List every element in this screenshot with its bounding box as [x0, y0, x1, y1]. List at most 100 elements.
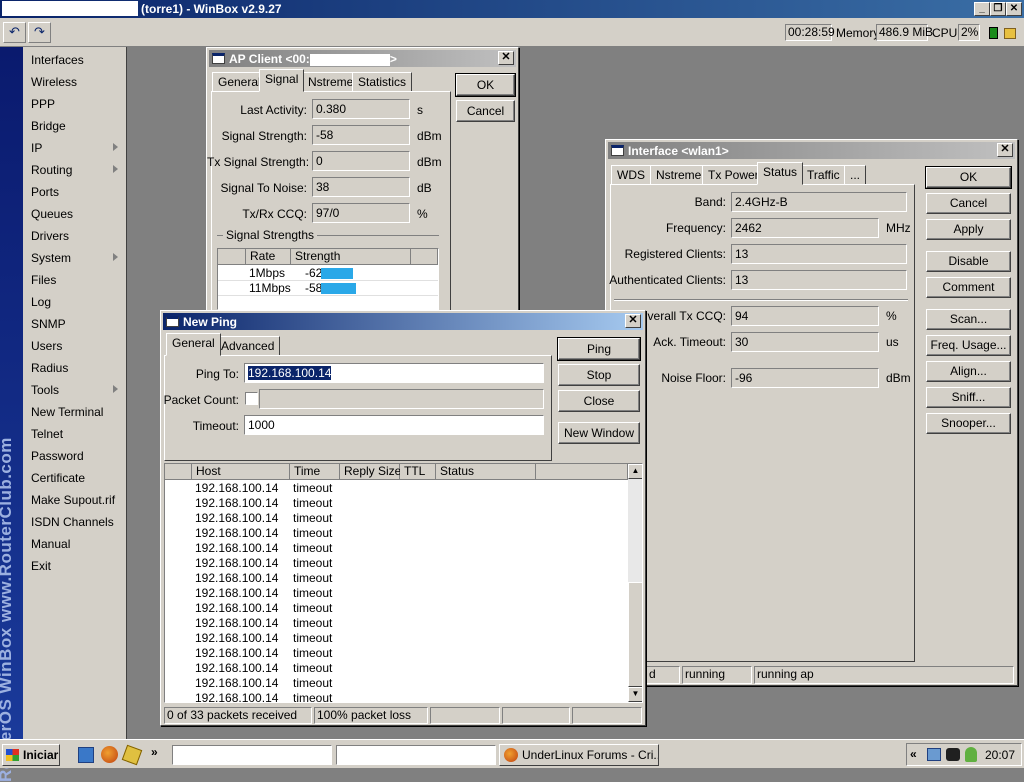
freq-usage-button[interactable]: Freq. Usage...: [926, 335, 1011, 356]
table-row[interactable]: 11Mbps -58: [218, 281, 438, 296]
menu-item-manual[interactable]: Manual: [31, 537, 70, 551]
table-row[interactable]: 192.168.100.14 timeout: [165, 676, 628, 691]
table-row[interactable]: 192.168.100.14 timeout: [165, 571, 628, 586]
stop-button[interactable]: Stop: [558, 364, 640, 386]
menu-item-drivers[interactable]: Drivers: [31, 229, 69, 243]
tab-nstreme[interactable]: Nstreme: [650, 165, 708, 185]
menu-item-radius[interactable]: Radius: [31, 361, 68, 375]
ok-button[interactable]: OK: [455, 73, 516, 97]
close-icon[interactable]: ✕: [498, 51, 514, 65]
packet-count-checkbox[interactable]: [245, 392, 258, 405]
taskbar-task-underlinux[interactable]: UnderLinux Forums - Cri...: [499, 744, 659, 766]
column-header-status[interactable]: Status: [436, 464, 536, 480]
column-header-reply-size[interactable]: Reply Size: [340, 464, 401, 480]
menu-item-interfaces[interactable]: Interfaces: [31, 53, 84, 67]
cancel-button[interactable]: Cancel: [456, 100, 515, 122]
tab-general[interactable]: General: [166, 333, 221, 356]
menu-item-snmp[interactable]: SNMP: [31, 317, 66, 331]
column-header-time[interactable]: Time: [290, 464, 340, 480]
align-button[interactable]: Align...: [926, 361, 1011, 382]
menu-item-make-supout[interactable]: Make Supout.rif: [31, 493, 115, 507]
table-row[interactable]: 192.168.100.14 timeout: [165, 646, 628, 661]
table-row[interactable]: 192.168.100.14 timeout: [165, 691, 628, 702]
table-row[interactable]: 192.168.100.14 timeout: [165, 601, 628, 616]
table-row[interactable]: 1Mbps -62: [218, 266, 438, 281]
menu-item-routing[interactable]: Routing: [31, 163, 72, 177]
undo-icon[interactable]: ↶: [3, 22, 26, 43]
minimize-button[interactable]: _: [974, 2, 990, 16]
table-row[interactable]: 192.168.100.14 timeout: [165, 616, 628, 631]
menu-item-ip[interactable]: IP: [31, 141, 42, 155]
table-row[interactable]: 192.168.100.14 timeout: [165, 586, 628, 601]
table-row[interactable]: 192.168.100.14 timeout: [165, 541, 628, 556]
tab-signal[interactable]: Signal: [259, 69, 305, 92]
scroll-up-icon[interactable]: ▲: [628, 464, 642, 479]
column-header-rate[interactable]: Rate: [246, 249, 291, 265]
menu-item-tools[interactable]: Tools: [31, 383, 59, 397]
menu-item-certificate[interactable]: Certificate: [31, 471, 85, 485]
table-row[interactable]: 192.168.100.14 timeout: [165, 481, 628, 496]
column-header-ttl[interactable]: TTL: [400, 464, 436, 480]
search-box[interactable]: [336, 745, 496, 765]
tab-nstreme[interactable]: Nstreme: [302, 72, 360, 92]
menu-item-password[interactable]: Password: [31, 449, 84, 463]
menu-item-system[interactable]: System: [31, 251, 71, 265]
sniff-button[interactable]: Sniff...: [926, 387, 1011, 408]
messenger-icon[interactable]: [965, 747, 977, 762]
menu-item-exit[interactable]: Exit: [31, 559, 51, 573]
table-row[interactable]: 192.168.100.14 timeout: [165, 526, 628, 541]
scan-button[interactable]: Scan...: [926, 309, 1011, 330]
tab-advanced[interactable]: Advanced: [215, 336, 281, 356]
winbox-icon[interactable]: [121, 744, 143, 766]
table-row[interactable]: 192.168.100.14 timeout: [165, 556, 628, 571]
tab-traffic[interactable]: Traffic: [801, 165, 846, 185]
comment-button[interactable]: Comment: [926, 277, 1011, 298]
maximize-button[interactable]: ❐: [990, 2, 1006, 16]
desktop-icon[interactable]: [78, 747, 94, 763]
tab-statistics[interactable]: Statistics: [352, 72, 413, 92]
cancel-button[interactable]: Cancel: [926, 193, 1011, 214]
menu-item-log[interactable]: Log: [31, 295, 51, 309]
start-button[interactable]: Iniciar: [2, 744, 60, 766]
redo-icon[interactable]: ↷: [28, 22, 51, 43]
apply-button[interactable]: Apply: [926, 219, 1011, 240]
disable-button[interactable]: Disable: [926, 251, 1011, 272]
ok-button[interactable]: OK: [925, 166, 1012, 189]
menu-item-users[interactable]: Users: [31, 339, 62, 353]
ping-button[interactable]: Ping: [557, 337, 641, 361]
close-icon[interactable]: ✕: [625, 314, 641, 328]
close-icon[interactable]: ✕: [997, 143, 1013, 157]
ping-to-input[interactable]: 192.168.100.14: [244, 363, 544, 383]
tab-more[interactable]: ...: [844, 165, 867, 185]
interface-window-titlebar[interactable]: Interface <wlan1> ✕: [608, 142, 1015, 159]
column-header-host[interactable]: Host: [192, 464, 290, 480]
tray-expand-icon[interactable]: «: [910, 747, 917, 761]
scroll-thumb[interactable]: [628, 582, 642, 687]
snooper-button[interactable]: Snooper...: [926, 413, 1011, 434]
menu-item-ports[interactable]: Ports: [31, 185, 59, 199]
new-window-button[interactable]: New Window: [558, 422, 640, 444]
column-header-strength[interactable]: Strength: [291, 249, 411, 265]
table-row[interactable]: 192.168.100.14 timeout: [165, 496, 628, 511]
table-row[interactable]: 192.168.100.14 timeout: [165, 661, 628, 676]
menu-item-queues[interactable]: Queues: [31, 207, 73, 221]
tab-wds[interactable]: WDS: [611, 165, 651, 185]
menu-item-isdn-channels[interactable]: ISDN Channels: [31, 515, 114, 529]
tab-status[interactable]: Status: [757, 162, 804, 185]
tab-tx-power[interactable]: Tx Power: [702, 165, 765, 185]
lock-icon[interactable]: [1004, 28, 1016, 39]
menu-item-telnet[interactable]: Telnet: [31, 427, 63, 441]
ap-client-titlebar[interactable]: AP Client <00: > ✕: [209, 50, 516, 67]
quicklaunch-chevron-icon[interactable]: »: [151, 745, 158, 759]
table-row[interactable]: 192.168.100.14 timeout: [165, 511, 628, 526]
network-icon[interactable]: [927, 748, 941, 761]
menu-item-bridge[interactable]: Bridge: [31, 119, 66, 133]
device-icon[interactable]: [946, 748, 960, 761]
new-ping-titlebar[interactable]: New Ping ✕: [163, 313, 643, 330]
table-row[interactable]: 192.168.100.14 timeout: [165, 631, 628, 646]
firefox-icon[interactable]: [101, 746, 118, 763]
packet-count-input[interactable]: [259, 389, 544, 409]
close-button[interactable]: Close: [558, 390, 640, 412]
vertical-scrollbar[interactable]: ▲ ▼: [628, 464, 642, 702]
timeout-input[interactable]: 1000: [244, 415, 544, 435]
